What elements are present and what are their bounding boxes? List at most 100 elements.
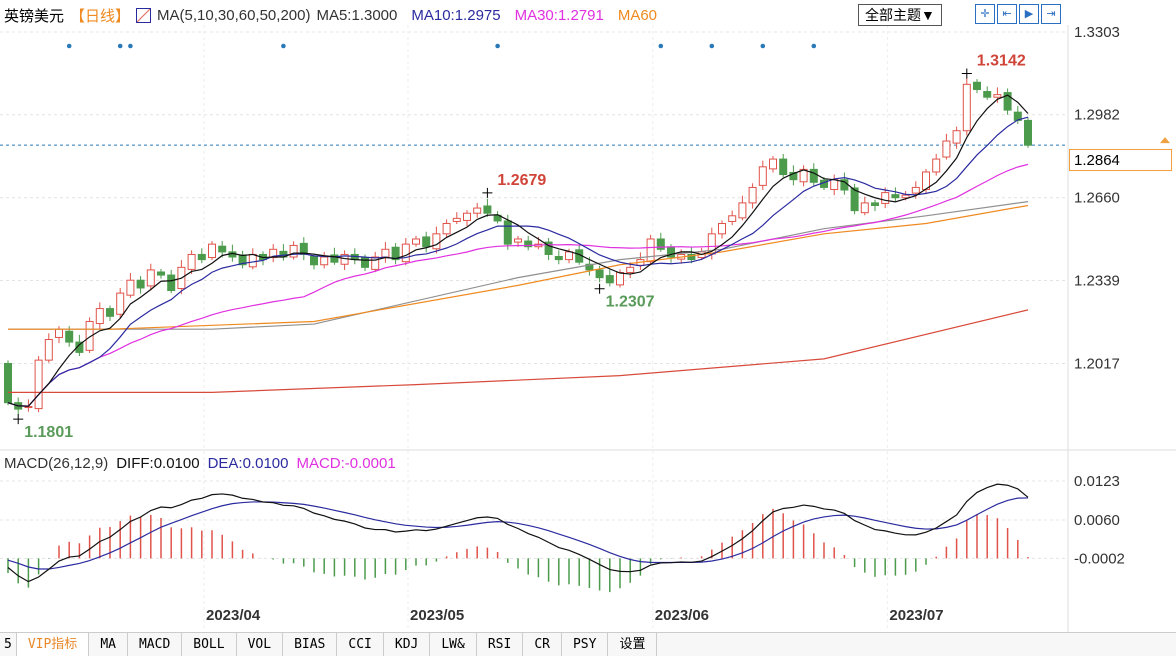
event-dot: [760, 43, 766, 49]
candle-body: [1024, 119, 1032, 146]
candle-body: [554, 256, 563, 261]
current-price-marker: [1160, 137, 1170, 144]
event-dot: [709, 43, 715, 49]
ma5-value: MA5:1.3000: [316, 7, 398, 24]
crosshair-icon[interactable]: ✛: [975, 4, 995, 24]
y-tick-label: 1.2982: [1074, 107, 1120, 124]
tab-lw[interactable]: LW&: [430, 633, 477, 656]
extreme-label: 1.1801: [24, 424, 73, 441]
tab-prev[interactable]: 5: [0, 633, 17, 656]
candle-body: [483, 205, 492, 214]
ma50-line: [8, 201, 1029, 330]
candle-body: [208, 243, 216, 259]
ma-params[interactable]: MA(5,10,30,60,50,200): [157, 7, 310, 24]
indicator-tab-bar: 5 VIP指标 MA MACD BOLL VOL BIAS CCI KDJ LW…: [0, 632, 1176, 656]
candle-body: [320, 256, 329, 266]
candle-body: [514, 238, 522, 243]
tab-settings[interactable]: 设置: [608, 633, 658, 656]
candlestick-chart[interactable]: 1.3303 1.2982 1.2660 1.2339 1.2017 2023/04 202…: [0, 0, 1176, 632]
event-dot: [117, 43, 123, 49]
play-forward-icon[interactable]: ▶: [1019, 4, 1039, 24]
extreme-marker: [13, 414, 24, 425]
candle-body: [136, 279, 145, 289]
symbol-title: 英镑美元: [4, 8, 65, 25]
candle-body: [146, 269, 155, 287]
event-dot: [811, 43, 817, 49]
ma-chart-icon: [136, 8, 152, 23]
candle-body: [830, 179, 839, 190]
candle-body: [911, 186, 920, 194]
theme-dropdown[interactable]: 全部主题▼: [858, 4, 942, 26]
event-dot: [281, 43, 286, 49]
macd-dea: DEA:0.0100: [207, 455, 289, 472]
extreme-label: 1.3142: [977, 53, 1026, 70]
tab-kdj[interactable]: KDJ: [384, 633, 431, 656]
tab-rsi[interactable]: RSI: [477, 633, 524, 656]
macd-tick-label: -0.0002: [1074, 550, 1125, 567]
period-label[interactable]: 【日线】: [70, 5, 130, 26]
candle-body: [34, 359, 43, 410]
candle-body: [565, 251, 573, 261]
extreme-marker: [482, 187, 493, 198]
x-tick-label: 2023/07: [889, 607, 943, 624]
candle-body: [463, 212, 471, 221]
candle-body: [769, 158, 777, 170]
candle-body: [932, 158, 941, 173]
candle-body: [718, 223, 726, 235]
macd-header: MACD(26,12,9) DIFF:0.0100 DEA:0.0100 MAC…: [4, 455, 396, 472]
tab-boll[interactable]: BOLL: [182, 633, 237, 656]
ma10-line: [7, 116, 1029, 407]
y-tick-label: 1.2660: [1074, 190, 1120, 207]
x-tick-label: 2023/04: [206, 607, 261, 624]
tab-ma[interactable]: MA: [89, 633, 128, 656]
tab-vip[interactable]: VIP指标: [16, 633, 90, 656]
candle-body: [432, 233, 441, 250]
candle-body: [361, 257, 369, 268]
y-tick-label: 1.3303: [1074, 24, 1120, 41]
event-dot: [66, 43, 72, 49]
candle-body: [626, 266, 635, 273]
candle-body: [962, 83, 971, 132]
tab-cr[interactable]: CR: [523, 633, 562, 656]
tab-psy[interactable]: PSY: [562, 633, 609, 656]
zoom-range-icon[interactable]: ⇤: [997, 4, 1017, 24]
candle-body: [901, 194, 910, 199]
candle-body: [728, 215, 737, 222]
candle-body: [871, 202, 879, 206]
candle-body: [738, 202, 747, 219]
candle-body: [116, 292, 125, 315]
tab-vol[interactable]: VOL: [237, 633, 284, 656]
candle-body: [44, 339, 53, 361]
candle-body: [310, 256, 318, 266]
macd-diff: DIFF:0.0100: [116, 455, 200, 472]
chart-header: 英镑美元 【日线】 MA(5,10,30,60,50,200) MA5:1.30…: [4, 5, 657, 26]
candle-body: [55, 328, 63, 338]
candle-body: [616, 271, 624, 286]
candle-body: [993, 94, 1002, 98]
extreme-marker: [961, 68, 972, 79]
candle-body: [167, 274, 176, 292]
macd-tick-label: 0.0123: [1074, 473, 1120, 490]
tab-cci[interactable]: CCI: [337, 633, 384, 656]
candle-body: [289, 244, 298, 258]
x-tick-label: 2023/05: [410, 607, 464, 624]
candle-body: [891, 194, 900, 199]
event-dot: [495, 43, 500, 49]
extreme-marker: [594, 283, 605, 294]
candle-body: [187, 253, 196, 270]
ma60-line: [8, 204, 1029, 330]
ma30-value: MA30:1.2791: [514, 7, 604, 24]
y-tick-label: 1.2017: [1074, 355, 1120, 372]
event-dot: [128, 43, 133, 49]
tab-macd[interactable]: MACD: [128, 633, 183, 656]
candle-body: [860, 202, 869, 214]
candle-body: [881, 192, 890, 204]
candle-body: [452, 217, 461, 222]
extreme-label: 1.2307: [606, 294, 655, 311]
tab-bias[interactable]: BIAS: [283, 633, 338, 656]
candle-body: [809, 168, 818, 183]
candle-body: [748, 186, 757, 204]
candle-body: [442, 223, 451, 235]
macd-title: MACD(26,12,9): [4, 455, 109, 472]
goto-end-icon[interactable]: ⇥: [1041, 4, 1061, 24]
